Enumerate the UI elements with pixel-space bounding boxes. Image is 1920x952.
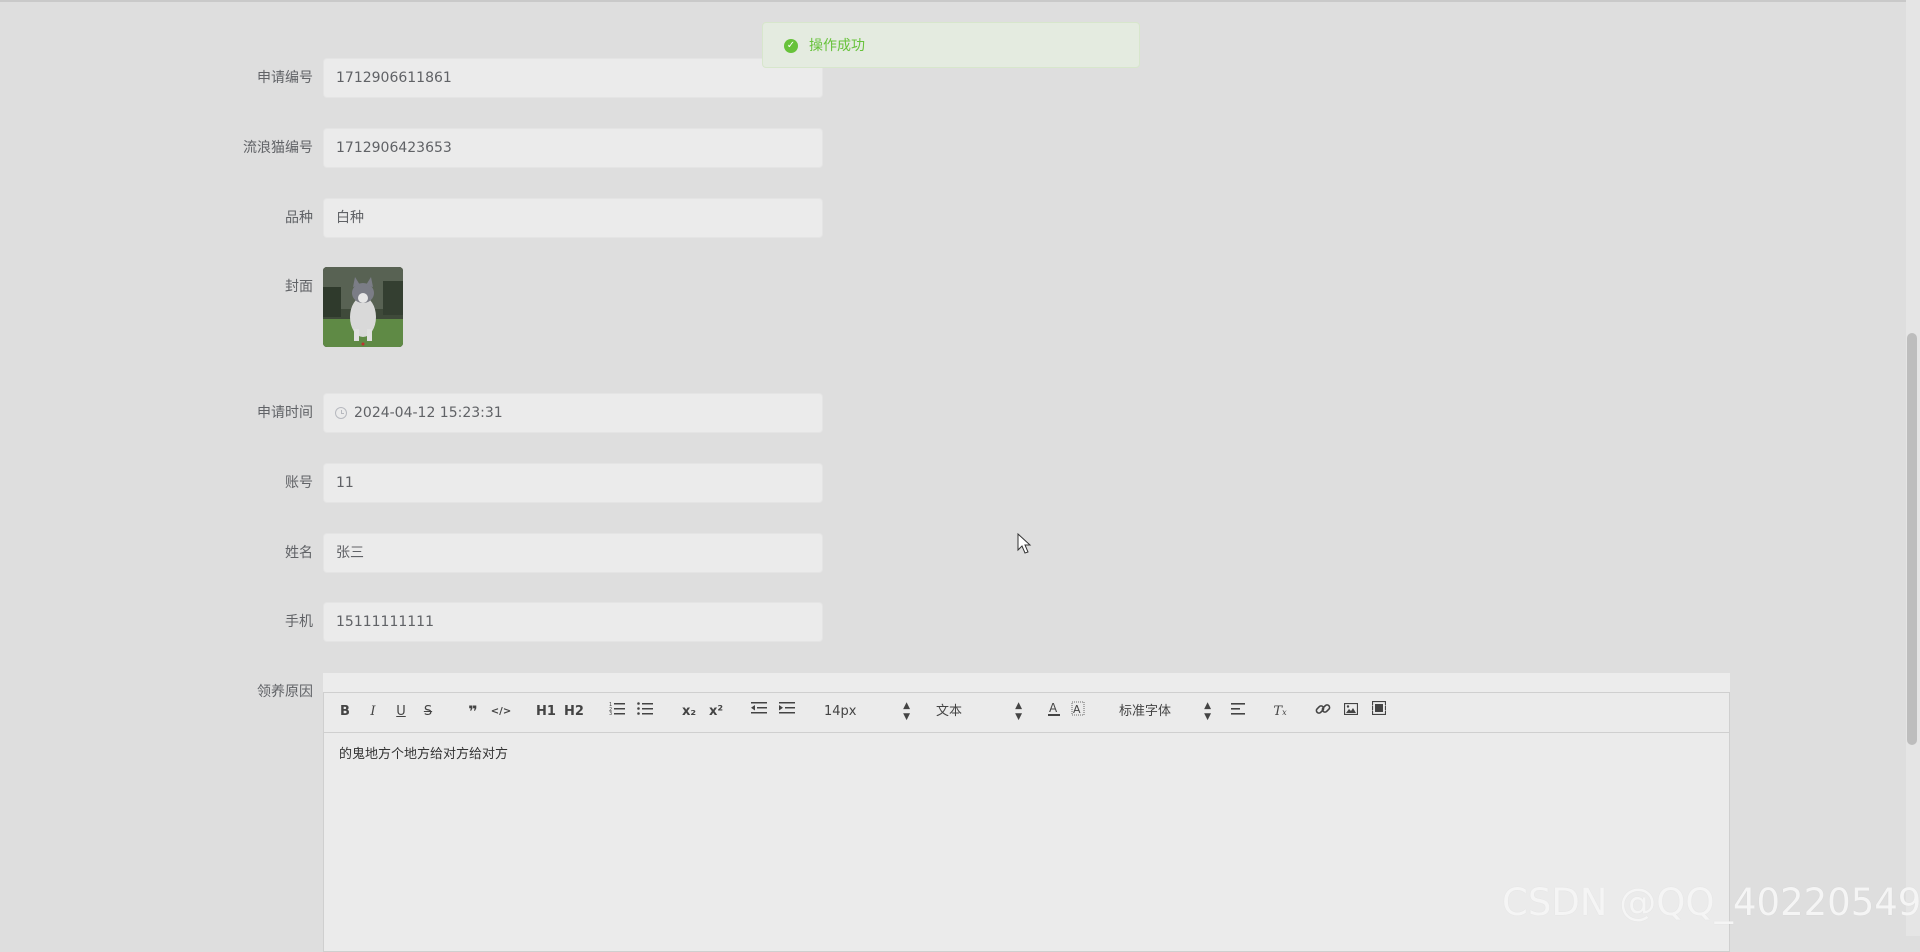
success-toast: ✓ 操作成功	[762, 22, 1140, 68]
mouse-cursor-icon	[1017, 533, 1032, 554]
image-button[interactable]	[1340, 701, 1362, 723]
font-color-button[interactable]: A	[1043, 701, 1065, 723]
account-input[interactable]: 11	[323, 463, 823, 503]
editor-toolbar: B I U S ❞ </> H1 H2 1 2 3 x₂ x² 14px ▲ ▼…	[324, 693, 1729, 733]
application-no-input[interactable]: 1712906611861	[323, 58, 823, 98]
bullet-list-button[interactable]	[634, 701, 656, 723]
code-block-button[interactable]: </>	[490, 701, 512, 723]
cover-label: 封面	[285, 279, 313, 295]
size-picker-arrows-icon: ▲ ▼	[903, 701, 910, 722]
scrollbar-thumb[interactable]	[1907, 333, 1917, 745]
h2-button[interactable]: H2	[561, 701, 587, 723]
apply-time-value: 2024-04-12 15:23:31	[354, 405, 503, 421]
strike-button[interactable]: S	[417, 701, 439, 723]
cat-no-label: 流浪猫编号	[243, 140, 313, 156]
indent-icon	[779, 702, 795, 714]
account-label: 账号	[285, 475, 313, 491]
name-input[interactable]: 张三	[323, 533, 823, 573]
align-button[interactable]	[1227, 701, 1249, 723]
svg-text:3: 3	[609, 711, 612, 715]
clear-format-icon: Tx	[1273, 704, 1287, 719]
font-color-icon: A	[1048, 701, 1060, 716]
image-icon	[1343, 702, 1359, 716]
align-left-icon	[1231, 703, 1245, 715]
ordered-list-icon: 1 2 3	[609, 702, 625, 717]
underline-button[interactable]: U	[390, 701, 412, 723]
ordered-list-button[interactable]: 1 2 3	[606, 701, 628, 723]
phone-label: 手机	[285, 614, 313, 630]
svg-text:A: A	[1049, 701, 1058, 715]
breed-label: 品种	[285, 210, 313, 226]
size-picker[interactable]: 14px ▲ ▼	[824, 701, 910, 723]
breed-input[interactable]: 白种	[323, 198, 823, 238]
editor-content[interactable]: 的鬼地方个地方给对方给对方	[339, 743, 508, 762]
adoption-form: 申请编号 1712906611861 流浪猫编号 1712906423653 品…	[0, 0, 1920, 952]
subscript-button[interactable]: x₂	[678, 701, 700, 723]
h1-button[interactable]: H1	[533, 701, 559, 723]
svg-text:A: A	[1073, 703, 1081, 716]
bullet-list-icon	[637, 702, 653, 715]
header-picker-arrows-icon: ▲ ▼	[1015, 701, 1022, 722]
italic-button[interactable]: I	[362, 701, 384, 723]
phone-input[interactable]: 15111111111	[323, 602, 823, 642]
link-button[interactable]	[1312, 701, 1334, 723]
outdent-button[interactable]	[748, 701, 770, 723]
background-color-button[interactable]: A	[1067, 701, 1089, 723]
header-picker-value: 文本	[936, 704, 963, 719]
superscript-button[interactable]: x²	[705, 701, 727, 723]
background-color-icon: A	[1071, 701, 1085, 716]
outdent-icon	[751, 702, 767, 714]
apply-time-label: 申请时间	[257, 405, 313, 421]
check-circle-icon: ✓	[784, 39, 798, 53]
vertical-scrollbar[interactable]	[1906, 0, 1920, 936]
apply-time-picker[interactable]: 2024-04-12 15:23:31	[323, 393, 823, 433]
blockquote-button[interactable]: ❞	[462, 701, 484, 723]
clock-icon	[335, 407, 347, 419]
reason-label: 领养原因	[257, 684, 313, 700]
editor-top-strip	[323, 673, 1730, 692]
cover-image[interactable]	[323, 267, 403, 347]
name-label: 姓名	[285, 545, 313, 561]
bold-button[interactable]: B	[334, 701, 356, 723]
video-icon	[1371, 700, 1387, 716]
font-picker[interactable]: 标准字体 ▲ ▼	[1119, 701, 1211, 723]
clear-format-button[interactable]: Tx	[1269, 701, 1291, 723]
cat-no-input[interactable]: 1712906423653	[323, 128, 823, 168]
indent-button[interactable]	[776, 701, 798, 723]
application-no-label: 申请编号	[257, 70, 313, 86]
toast-message: 操作成功	[809, 38, 865, 54]
font-picker-value: 标准字体	[1119, 704, 1172, 719]
link-icon	[1315, 704, 1331, 714]
cat-photo-image	[323, 267, 403, 347]
watermark: CSDN @QQ_402205496	[1502, 881, 1920, 924]
size-picker-value: 14px	[824, 704, 857, 719]
video-button[interactable]	[1368, 700, 1390, 723]
font-picker-arrows-icon: ▲ ▼	[1204, 701, 1211, 722]
header-picker[interactable]: 文本 ▲ ▼	[936, 701, 1022, 723]
